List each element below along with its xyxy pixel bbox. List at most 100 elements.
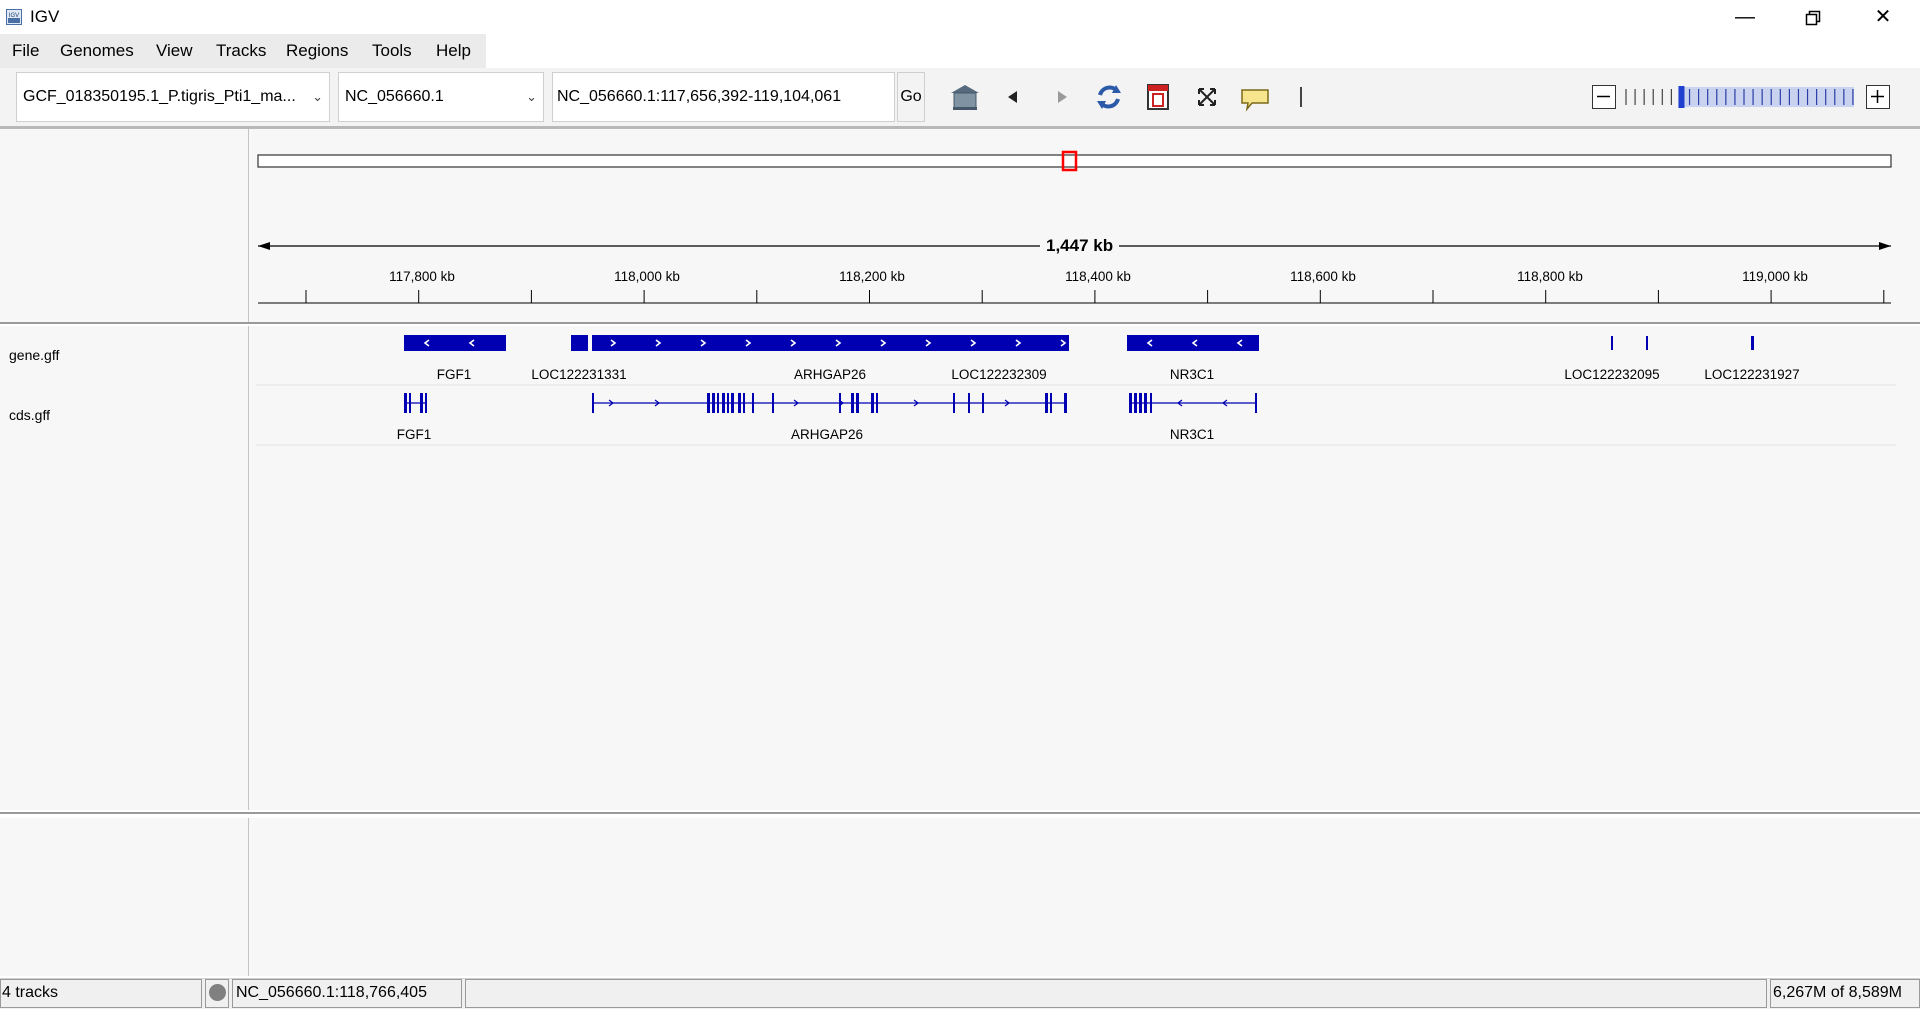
name-panel-divider [248, 326, 249, 810]
cds-exon[interactable] [425, 393, 427, 413]
chromosome-ideogram[interactable] [257, 154, 1892, 168]
title-bar [0, 0, 1920, 34]
span-arrow-left [258, 242, 270, 250]
gene-feature-loc122232095-b[interactable] [1646, 336, 1648, 350]
region-of-interest-icon[interactable] [1141, 80, 1175, 114]
activity-indicator-icon [209, 984, 226, 1001]
refresh-icon[interactable] [1092, 80, 1126, 114]
svg-text:IGV: IGV [9, 13, 19, 19]
cds-exon[interactable] [1050, 393, 1052, 413]
ruler-panel[interactable] [256, 129, 1896, 322]
menu-view[interactable]: View [148, 34, 201, 68]
gene-label: LOC122232309 [951, 367, 1047, 382]
menu-file[interactable]: File [4, 34, 47, 68]
menu-help[interactable]: Help [428, 34, 479, 68]
locus-search-input[interactable] [552, 72, 895, 122]
cds-exon[interactable] [953, 393, 955, 413]
tick-label: 118,600 kb [1290, 269, 1356, 284]
ruler-line-icon[interactable] [1284, 80, 1318, 114]
cds-label: FGF1 [396, 427, 432, 442]
cds-exon[interactable] [1045, 393, 1048, 413]
track-name-cds-gff[interactable]: cds.gff [9, 407, 50, 423]
cds-exon[interactable] [731, 393, 734, 413]
cds-exon[interactable] [712, 393, 715, 413]
cds-exon[interactable] [409, 393, 411, 413]
cds-exon[interactable] [876, 393, 878, 413]
cds-exon[interactable] [1144, 393, 1147, 413]
span-label: 1,447 kb [1040, 236, 1120, 256]
close-icon[interactable]: ✕ [1848, 0, 1918, 34]
track-data-area[interactable] [256, 326, 1896, 810]
gene-label: LOC122231927 [1704, 367, 1800, 382]
panel-divider[interactable] [0, 322, 1920, 324]
gene-feature-loc122231331[interactable] [571, 335, 588, 351]
cds-exon[interactable] [851, 393, 854, 413]
restore-icon[interactable] [1778, 0, 1848, 34]
genome-dropdown-value: GCF_018350195.1_P.tigris_Pti1_ma... [23, 88, 296, 105]
cds-exon[interactable] [982, 393, 984, 413]
cds-exon[interactable] [772, 393, 774, 413]
panel-divider[interactable] [0, 812, 1920, 814]
menu-tools[interactable]: Tools [364, 34, 420, 68]
zoom-in-button[interactable] [1866, 85, 1890, 109]
cds-exon[interactable] [839, 393, 841, 413]
cds-exon[interactable] [968, 393, 970, 413]
chevron-down-icon: ⌄ [526, 89, 537, 104]
span-arrow-right [1879, 242, 1891, 250]
zoom-out-button[interactable] [1592, 85, 1616, 109]
cds-exon[interactable] [727, 393, 729, 413]
tick-label: 118,800 kb [1517, 269, 1583, 284]
back-icon[interactable] [996, 80, 1030, 114]
home-icon[interactable] [948, 80, 982, 114]
cds-exon[interactable] [1139, 393, 1142, 413]
cds-exon[interactable] [1064, 393, 1067, 413]
tick-label: 117,800 kb [389, 269, 455, 284]
cds-exon[interactable] [420, 393, 423, 413]
cds-exon[interactable] [752, 393, 754, 413]
cds-exon[interactable] [856, 393, 859, 413]
feature-panel [0, 818, 1920, 976]
cds-exon[interactable] [1134, 393, 1137, 413]
menu-tracks[interactable]: Tracks [208, 34, 274, 68]
menu-genomes[interactable]: Genomes [52, 34, 142, 68]
chromosome-dropdown-value: NC_056660.1 [345, 88, 444, 105]
gene-feature-fgf1[interactable] [404, 335, 506, 351]
cds-exon[interactable] [871, 393, 874, 413]
genome-dropdown[interactable]: GCF_018350195.1_P.tigris_Pti1_ma... ⌄ [16, 72, 330, 122]
tick-label: 118,200 kb [839, 269, 905, 284]
fit-to-window-icon[interactable] [1190, 80, 1224, 114]
cds-exon[interactable] [717, 393, 719, 413]
go-button[interactable]: Go [897, 72, 925, 122]
cds-exon[interactable] [707, 393, 710, 413]
tick-label: 118,400 kb [1065, 269, 1131, 284]
gene-label: LOC122232095 [1564, 367, 1660, 382]
forward-icon[interactable] [1045, 80, 1079, 114]
chromosome-dropdown[interactable]: NC_056660.1 ⌄ [338, 72, 544, 122]
gene-label: LOC122231331 [531, 367, 627, 382]
track-name-gene-gff[interactable]: gene.gff [9, 347, 59, 363]
gene-label: NR3C1 [1169, 367, 1215, 382]
tick-label: 118,000 kb [614, 269, 680, 284]
gene-feature-loc122231927[interactable] [1751, 336, 1754, 350]
cds-exon[interactable] [1255, 393, 1257, 413]
cds-label: ARHGAP26 [790, 427, 864, 442]
popup-info-icon[interactable] [1238, 80, 1272, 114]
zoom-slider[interactable] [1622, 84, 1858, 110]
tick-label: 119,000 kb [1742, 269, 1808, 284]
cds-exon[interactable] [1129, 393, 1132, 413]
cds-exon[interactable] [738, 393, 741, 413]
zoom-slider-knob[interactable] [1678, 86, 1685, 108]
cds-exon[interactable] [1150, 393, 1152, 413]
window-title: IGV [30, 7, 60, 26]
cds-exon[interactable] [722, 393, 725, 413]
minimize-icon[interactable]: — [1710, 0, 1780, 34]
memory-usage: 6,267M of 8,589M [1773, 984, 1902, 1001]
cds-exon[interactable] [592, 393, 594, 413]
gene-feature-arhgap26[interactable] [592, 335, 1069, 351]
gene-feature-loc122232095[interactable] [1611, 336, 1613, 350]
cursor-position: NC_056660.1:118,766,405 [236, 984, 427, 1001]
cds-exon[interactable] [404, 393, 407, 413]
menu-regions[interactable]: Regions [278, 34, 356, 68]
gene-label: FGF1 [436, 367, 472, 382]
cds-exon[interactable] [743, 393, 745, 413]
